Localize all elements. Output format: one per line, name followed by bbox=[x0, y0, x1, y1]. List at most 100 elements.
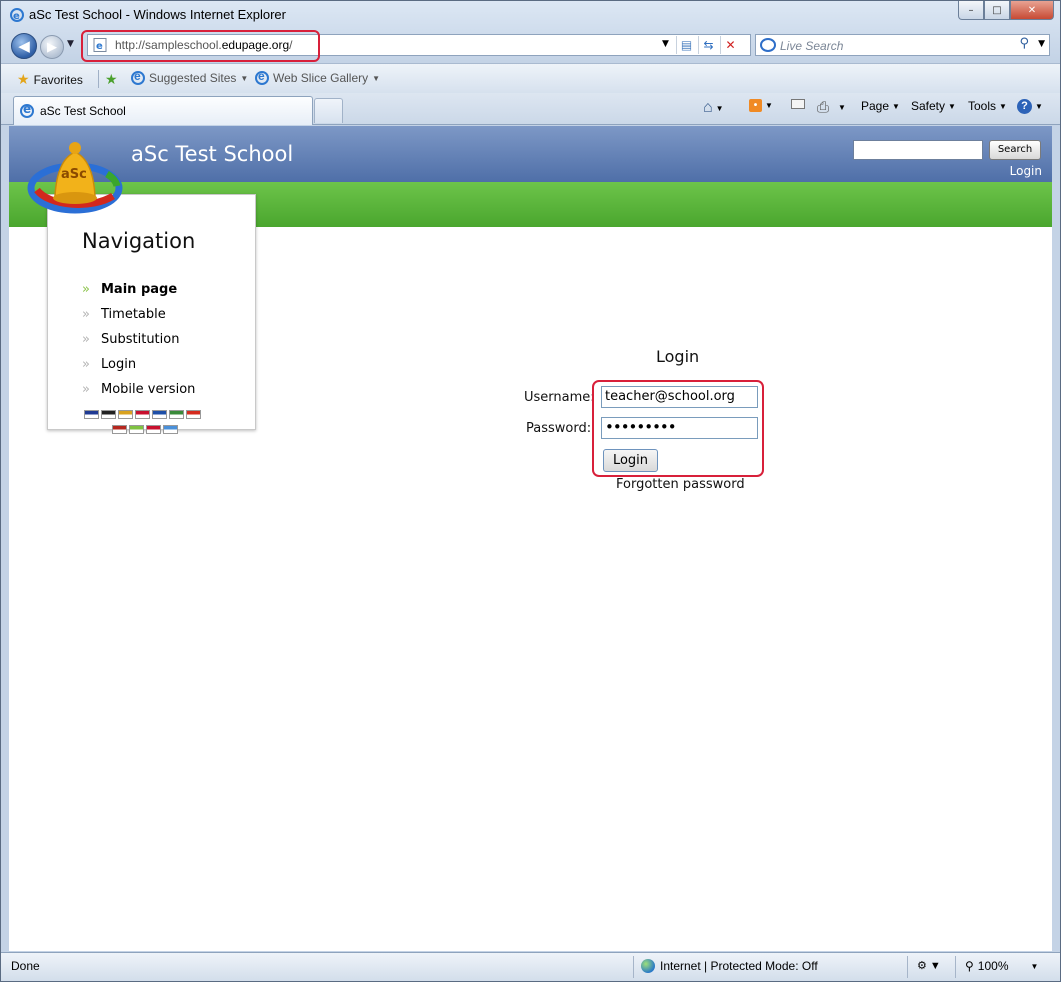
status-bar: Done Internet | Protected Mode: Off ⚙ ▼ … bbox=[1, 952, 1060, 981]
ie-icon bbox=[255, 69, 269, 85]
navigation-panel: Navigation » Main page » Timetable » Substi… bbox=[47, 194, 256, 434]
nav-item-label: Substitution bbox=[101, 332, 180, 347]
search-options-icon[interactable]: ▼ bbox=[1038, 39, 1045, 49]
nav-item-login[interactable]: » Login bbox=[82, 352, 195, 377]
language-flag-icon[interactable] bbox=[129, 425, 144, 434]
nav-item-substitution[interactable]: » Substitution bbox=[82, 327, 195, 352]
safety-menu-label: Safety bbox=[911, 99, 946, 113]
flags-row bbox=[84, 410, 224, 425]
zoom-control[interactable]: ⚲ 100% ▼ bbox=[965, 959, 1038, 973]
language-flag-icon[interactable] bbox=[186, 410, 201, 419]
status-divider bbox=[907, 956, 908, 978]
chevron-down-icon[interactable]: ▼ bbox=[765, 101, 773, 110]
chevron-right-icon: » bbox=[82, 357, 90, 372]
window-controls: – □ ✕ bbox=[958, 1, 1054, 21]
back-button[interactable]: ◀ bbox=[11, 33, 37, 59]
maximize-button[interactable]: □ bbox=[984, 1, 1010, 20]
language-flag-icon[interactable] bbox=[112, 425, 127, 434]
close-button[interactable]: ✕ bbox=[1010, 1, 1054, 20]
language-flag-icon[interactable] bbox=[146, 425, 161, 434]
language-flag-icon[interactable] bbox=[101, 410, 116, 419]
live-search-icon bbox=[760, 38, 776, 52]
favorites-separator bbox=[98, 70, 99, 88]
language-flag-icon[interactable] bbox=[163, 425, 178, 434]
help-icon: ? bbox=[1017, 99, 1032, 114]
globe-icon bbox=[641, 959, 655, 973]
stop-icon[interactable]: ✕ bbox=[720, 36, 740, 54]
url-highlight-annotation bbox=[81, 30, 320, 62]
nav-item-mobile-version[interactable]: » Mobile version bbox=[82, 377, 195, 402]
page-menu[interactable]: Page ▼ bbox=[861, 99, 900, 113]
window-title: aSc Test School - Windows Internet Explo… bbox=[29, 7, 286, 22]
site-search-input[interactable] bbox=[853, 140, 983, 160]
web-slice-gallery-button[interactable]: Web Slice Gallery ▼ bbox=[255, 69, 380, 85]
status-divider bbox=[955, 956, 956, 978]
favorites-button[interactable]: ★ Favorites bbox=[17, 71, 83, 88]
ie-app-icon: e bbox=[10, 8, 24, 22]
nav-item-timetable[interactable]: » Timetable bbox=[82, 302, 195, 327]
username-label: Username: bbox=[524, 390, 595, 405]
security-zone[interactable]: Internet | Protected Mode: Off bbox=[641, 959, 818, 973]
forgotten-password-link[interactable]: Forgotten password bbox=[616, 477, 745, 492]
chevron-down-icon: ▼ bbox=[1035, 102, 1043, 111]
chevron-right-icon: » bbox=[82, 282, 90, 297]
ie-window: e aSc Test School - Windows Internet Exp… bbox=[0, 0, 1061, 982]
nav-item-main-page[interactable]: » Main page bbox=[82, 277, 195, 302]
read-mail-button[interactable] bbox=[791, 99, 805, 109]
mail-icon bbox=[791, 99, 805, 109]
header-login-link[interactable]: Login bbox=[1010, 164, 1042, 178]
favorites-bar: ★ Favorites ★ Suggested Sites ▼ Web Slic… bbox=[1, 63, 1060, 93]
add-to-favorites-bar-button[interactable]: ★ bbox=[105, 71, 118, 88]
favorites-label: Favorites bbox=[33, 72, 83, 87]
navigation-title: Navigation bbox=[82, 229, 196, 253]
chevron-down-icon: ▼ bbox=[999, 101, 1007, 111]
title-bar: e aSc Test School - Windows Internet Exp… bbox=[1, 1, 1060, 29]
live-search-box[interactable]: Live Search ⚲ ▼ bbox=[755, 34, 1050, 56]
chevron-down-icon[interactable]: ▼ bbox=[838, 103, 846, 112]
language-flag-icon[interactable] bbox=[152, 410, 167, 419]
home-button[interactable]: ⌂ ▼ bbox=[703, 99, 724, 117]
compatibility-view-icon[interactable]: ▤ bbox=[676, 36, 696, 54]
language-flag-icon[interactable] bbox=[169, 410, 184, 419]
chevron-right-icon: » bbox=[82, 307, 90, 322]
language-flag-icon[interactable] bbox=[84, 410, 99, 419]
flags-row bbox=[84, 425, 224, 440]
nav-item-label: Timetable bbox=[101, 307, 166, 322]
suggested-sites-button[interactable]: Suggested Sites ▼ bbox=[131, 69, 249, 85]
recent-pages-dropdown[interactable]: ▼ bbox=[67, 39, 74, 49]
minimize-button[interactable]: – bbox=[958, 1, 984, 20]
zoom-icon: ⚲ bbox=[965, 959, 974, 973]
search-go-icon[interactable]: ⚲ bbox=[1019, 36, 1029, 51]
nav-item-label: Login bbox=[101, 357, 137, 372]
tools-menu[interactable]: Tools ▼ bbox=[968, 99, 1007, 113]
home-icon: ⌂ bbox=[703, 99, 713, 116]
navigation-list: » Main page » Timetable » Substitution » Log… bbox=[82, 277, 195, 402]
site-header: aSc Test School Search Login bbox=[9, 126, 1052, 182]
chevron-down-icon[interactable]: ▼ bbox=[716, 104, 724, 113]
ie-icon bbox=[131, 69, 145, 85]
svg-text:e: e bbox=[13, 11, 20, 22]
password-label: Password: bbox=[526, 421, 592, 436]
chevron-right-icon: » bbox=[82, 382, 90, 397]
chevron-down-icon: ▼ bbox=[240, 73, 249, 83]
suggested-sites-label: Suggested Sites bbox=[149, 71, 237, 85]
tab-ie-icon bbox=[20, 102, 34, 118]
status-divider bbox=[633, 956, 634, 978]
language-flag-icon[interactable] bbox=[135, 410, 150, 419]
tab-asc-test-school[interactable]: aSc Test School bbox=[13, 96, 313, 125]
forward-button[interactable]: ▶ bbox=[40, 35, 64, 59]
site-search-button[interactable]: Search bbox=[989, 140, 1041, 160]
language-flag-icon[interactable] bbox=[118, 410, 133, 419]
refresh-icon[interactable]: ⇆ bbox=[698, 36, 718, 54]
security-zone-label: Internet | Protected Mode: Off bbox=[660, 959, 818, 973]
new-tab-button[interactable] bbox=[314, 98, 343, 123]
favorites-star-icon: ★ bbox=[17, 71, 30, 87]
print-button[interactable]: ⎙ ▼ bbox=[817, 99, 846, 116]
address-dropdown-icon[interactable]: ▼ bbox=[662, 39, 669, 49]
login-title: Login bbox=[656, 347, 700, 366]
help-menu[interactable]: ? ▼ bbox=[1017, 99, 1043, 114]
manage-addons-icon[interactable]: ⚙ ▼ bbox=[917, 959, 941, 972]
login-highlight-annotation bbox=[592, 380, 764, 477]
feeds-button[interactable]: • ▼ bbox=[749, 99, 773, 112]
safety-menu[interactable]: Safety ▼ bbox=[911, 99, 956, 113]
